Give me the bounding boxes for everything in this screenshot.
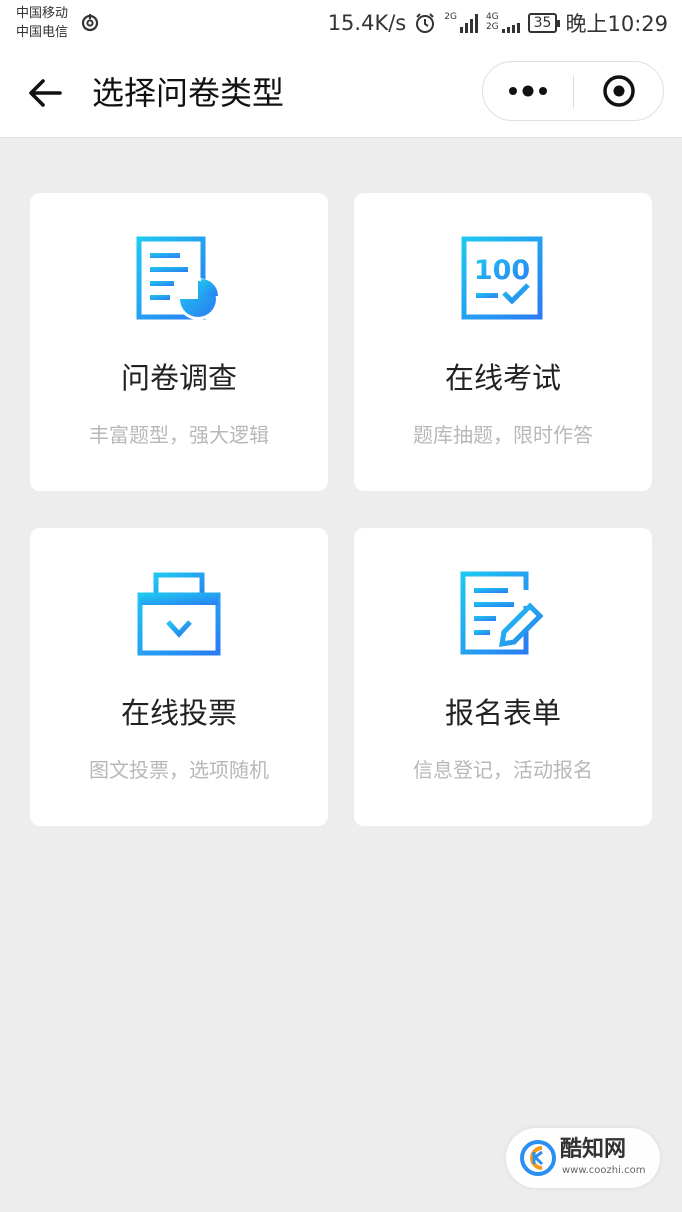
network-speed: 15.4K/s	[327, 11, 407, 35]
carrier-1: 中国移动	[16, 6, 69, 21]
exam-icon: 100	[461, 236, 543, 320]
signal-4g-icon: 4G 2G	[486, 13, 520, 33]
signal-2g-icon: 2G	[444, 13, 478, 33]
coozhi-watermark: 酷知网 www.coozhi.com	[506, 1128, 660, 1188]
nav-header: 选择问卷类型	[0, 48, 682, 138]
more-dots-icon	[509, 85, 547, 97]
close-miniprogram-button[interactable]	[573, 62, 663, 120]
battery-indicator: 35	[527, 13, 561, 33]
status-bar: 中国移动 中国电信 15.4K/s 2G 4G 2G 35 晚上10:29	[0, 0, 682, 48]
network-activity-icon	[81, 14, 99, 32]
card-title: 在线考试	[444, 361, 561, 395]
vote-icon	[137, 572, 221, 656]
card-survey[interactable]: 问卷调查 丰富题型，强大逻辑	[30, 193, 328, 491]
clock: 晚上10:29	[565, 12, 668, 36]
form-edit-icon	[460, 571, 544, 655]
mini-program-capsule	[482, 61, 664, 121]
card-title: 报名表单	[444, 696, 561, 730]
arrow-left-icon	[29, 79, 62, 107]
target-circle-icon	[603, 75, 635, 107]
card-subtitle: 丰富题型，强大逻辑	[89, 423, 269, 447]
coozhi-logo-icon	[520, 1140, 556, 1176]
signal-label: 2G	[444, 12, 457, 22]
card-vote[interactable]: 在线投票 图文投票，选项随机	[30, 528, 328, 826]
alarm-icon	[416, 13, 435, 33]
card-subtitle: 题库抽题，限时作答	[413, 423, 593, 447]
carrier-info: 中国移动 中国电信	[16, 4, 68, 42]
watermark-name: 酷知网	[560, 1137, 627, 1162]
status-right: 15.4K/s 2G 4G 2G 35 晚上10:29	[328, 8, 668, 38]
watermark-url: www.coozhi.com	[562, 1165, 646, 1176]
signal-label-4g: 4G	[485, 12, 499, 22]
exam-score-text: 100	[474, 255, 530, 286]
card-subtitle: 图文投票，选项随机	[89, 758, 269, 782]
more-button[interactable]	[483, 62, 573, 120]
carrier-2: 中国电信	[16, 25, 69, 40]
card-title: 在线投票	[120, 696, 237, 730]
signal-label-2g: 2G	[485, 22, 499, 32]
card-title: 问卷调查	[120, 361, 237, 395]
card-exam[interactable]: 100 在线考试 题库抽题，限时作答	[354, 193, 652, 491]
back-button[interactable]	[22, 70, 68, 116]
page-title: 选择问卷类型	[92, 74, 285, 112]
card-subtitle: 信息登记，活动报名	[413, 758, 593, 782]
survey-icon	[136, 236, 219, 320]
card-signup-form[interactable]: 报名表单 信息登记，活动报名	[354, 528, 652, 826]
